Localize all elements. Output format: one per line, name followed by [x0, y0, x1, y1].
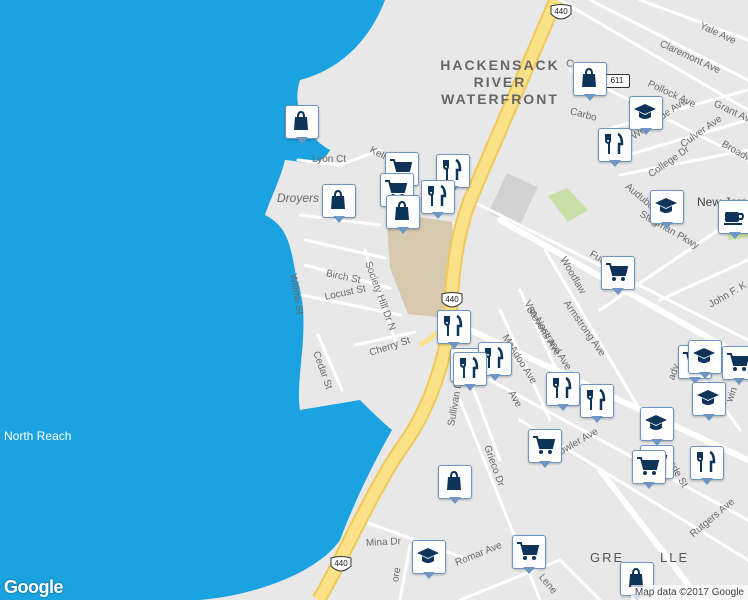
county-route-shield: 611: [604, 74, 630, 88]
restaurant-poi-marker[interactable]: [453, 352, 487, 392]
map-attribution[interactable]: Map data ©2017 Google: [630, 585, 748, 600]
restaurant-poi-marker[interactable]: [580, 384, 614, 424]
street-label: ore: [390, 566, 404, 583]
shopping-poi-marker[interactable]: [573, 62, 607, 102]
school-poi-marker[interactable]: [640, 407, 674, 447]
grocery-poi-marker[interactable]: [601, 256, 635, 296]
restaurant-poi-marker[interactable]: [690, 446, 724, 486]
street-label: Mina Dr: [365, 536, 402, 549]
shopping-poi-marker[interactable]: [285, 105, 319, 145]
restaurant-poi-marker[interactable]: [437, 310, 471, 350]
school-poi-marker[interactable]: [650, 190, 684, 230]
landmark-area: [488, 172, 538, 228]
shopping-poi-marker[interactable]: [438, 465, 472, 505]
shopping-poi-marker[interactable]: [322, 184, 356, 224]
water-label: North Reach: [4, 429, 72, 443]
restaurant-poi-marker[interactable]: [598, 128, 632, 168]
map-canvas[interactable]: North Reach HACKENSACK RIVER WATERFRONT …: [0, 0, 748, 600]
street-label: Lyon Ct: [312, 154, 347, 165]
google-logo: Google: [4, 577, 64, 597]
route-440-shield: 440: [330, 556, 352, 574]
grocery-poi-marker[interactable]: [722, 346, 748, 386]
area-label: HACKENSACK RIVER WATERFRONT: [440, 57, 560, 107]
cafe-poi-marker[interactable]: [718, 200, 748, 240]
school-poi-marker[interactable]: [692, 382, 726, 422]
restaurant-poi-marker[interactable]: [421, 180, 455, 220]
route-440-shield: 440: [441, 292, 463, 310]
school-poi-marker[interactable]: [412, 540, 446, 580]
street-label: LLE: [660, 550, 690, 565]
grocery-poi-marker[interactable]: [528, 429, 562, 469]
place-label: Droyers: [277, 191, 320, 205]
grocery-poi-marker[interactable]: [632, 450, 666, 490]
school-poi-marker[interactable]: [629, 96, 663, 136]
shopping-poi-marker[interactable]: [386, 195, 420, 235]
park-area: [548, 188, 588, 222]
route-440-shield: 440: [550, 4, 572, 22]
restaurant-poi-marker[interactable]: [546, 372, 580, 412]
grocery-poi-marker[interactable]: [512, 535, 546, 575]
school-poi-marker[interactable]: [688, 340, 722, 380]
